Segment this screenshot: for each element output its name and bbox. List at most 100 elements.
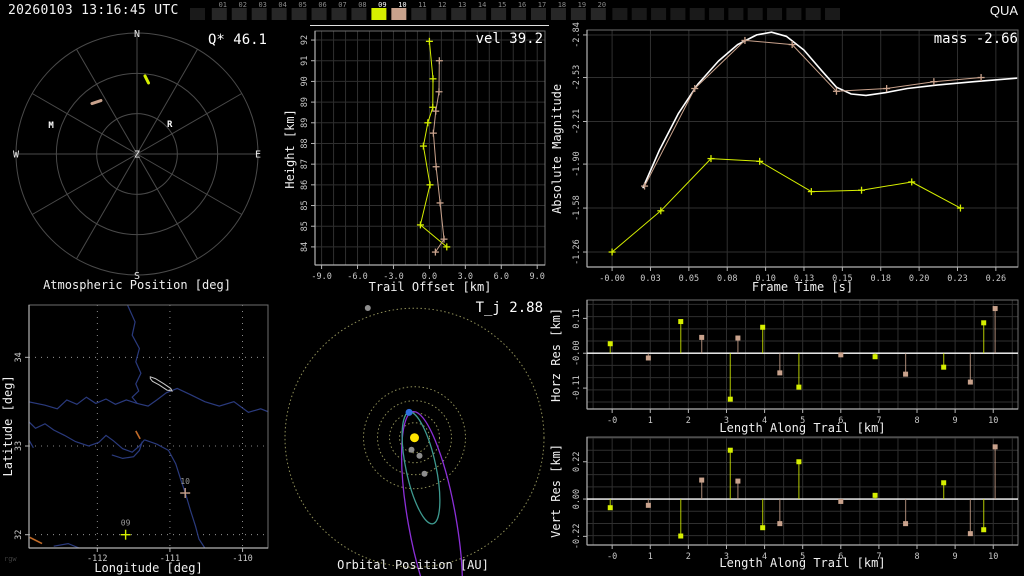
plot-frame	[314, 30, 546, 266]
svg-text:17: 17	[538, 1, 546, 9]
frame-cell-08[interactable]	[351, 8, 367, 20]
panel-trail-offset: -9.0 -6.0 -3.0 0.0 3.0 6.0 9.09291908989888786…	[300, 30, 546, 282]
residual-point	[760, 525, 766, 531]
svg-text:-1.90: -1.90	[572, 151, 582, 177]
residual-point	[967, 531, 973, 537]
latitude-ylabel: Latitude [deg]	[1, 375, 16, 477]
panel-atmospheric-position: NSW EZM R	[13, 29, 261, 282]
series-station-09	[607, 447, 987, 539]
frame-cell-16[interactable]	[511, 8, 527, 20]
gridlines	[315, 31, 545, 265]
svg-text:90: 90	[300, 76, 310, 86]
svg-text:16: 16	[518, 1, 526, 9]
svg-text:20: 20	[598, 1, 606, 9]
frame-cell-17[interactable]	[531, 8, 546, 20]
length-along-trail-xlabel-top: Length Along Trail [km]	[719, 421, 886, 435]
trail-offset-xlabel: Trail Offset [km]	[368, 280, 492, 294]
residual-point	[727, 396, 733, 402]
svg-text:85: 85	[300, 221, 310, 231]
residual-point	[796, 384, 802, 390]
gridlines	[587, 437, 1018, 545]
planet-mercury	[408, 446, 415, 453]
map-gridlines	[29, 305, 268, 548]
svg-text:E: E	[255, 150, 261, 161]
residual-point	[981, 527, 987, 533]
svg-text:04: 04	[278, 1, 286, 9]
frame-cell-blank[interactable]	[631, 8, 647, 20]
ground-track-outline	[149, 376, 174, 392]
frame-cell-09[interactable]	[371, 8, 387, 20]
height-ylabel: Height [km]	[283, 109, 298, 189]
tisserand-annotation: T_j 2.88	[475, 300, 543, 316]
svg-text:13: 13	[458, 1, 466, 9]
frame-cell-13[interactable]	[451, 8, 467, 20]
frame-cell-blank[interactable]	[612, 8, 628, 20]
frame-cell-12[interactable]	[431, 8, 447, 20]
frame-cell-blank[interactable]	[190, 8, 205, 20]
frame-cell-blank[interactable]	[805, 8, 821, 20]
frame-cell-02[interactable]	[231, 8, 247, 20]
frame-cell-03[interactable]	[251, 8, 267, 20]
frame-cell-blank[interactable]	[825, 8, 841, 20]
frame-cell-15[interactable]	[491, 8, 507, 20]
svg-text:-0.00: -0.00	[572, 340, 582, 366]
meteor-trail-09	[143, 74, 150, 85]
clock: 20260103 13:16:45 UTC	[8, 3, 179, 18]
svg-text:05: 05	[298, 1, 306, 9]
planet-earth	[405, 408, 413, 416]
svg-text:N: N	[134, 29, 140, 40]
residual-point	[872, 354, 878, 360]
svg-text:-2.53: -2.53	[572, 65, 582, 91]
residual-point	[967, 379, 973, 385]
residual-point	[941, 364, 947, 370]
residual-point	[699, 477, 705, 483]
frame-cell-blank[interactable]	[670, 8, 686, 20]
frame-cell-05[interactable]	[291, 8, 307, 20]
frame-cell-18[interactable]	[550, 8, 566, 20]
atmospheric-title: Atmospheric Position [deg]	[43, 278, 231, 292]
frame-cell-11[interactable]	[411, 8, 427, 20]
svg-text:87: 87	[300, 159, 310, 169]
residual-point	[727, 447, 733, 453]
svg-text:M: M	[48, 121, 54, 131]
frame-strip: 01 02 03 04 05 06 07 08 09 10 11 12 13 14 15 16 17 18 19 20	[190, 1, 841, 26]
svg-text:88: 88	[300, 138, 310, 148]
frame-cell-06[interactable]	[311, 8, 327, 20]
svg-text:11: 11	[418, 1, 426, 9]
svg-text:18: 18	[558, 1, 566, 9]
frame-cell-blank[interactable]	[689, 8, 705, 20]
frame-cell-blank[interactable]	[728, 8, 744, 20]
frame-cell-blank[interactable]	[786, 8, 802, 20]
residual-point	[607, 341, 613, 347]
length-along-trail-xlabel-bottom: Length Along Trail [km]	[719, 556, 886, 570]
frame-cell-20[interactable]	[590, 8, 606, 20]
svg-text:-1.26: -1.26	[572, 239, 582, 265]
frame-cell-04[interactable]	[271, 8, 287, 20]
residual-point	[796, 459, 802, 465]
residual-point	[838, 498, 844, 504]
horz-res-ylabel: Horz Res [km]	[549, 307, 564, 402]
svg-text:07: 07	[338, 1, 346, 9]
svg-text:0.00: 0.00	[572, 489, 582, 509]
frame-cell-07[interactable]	[331, 8, 347, 20]
frame-cell-01[interactable]	[211, 8, 227, 20]
frame-time-xlabel: Frame Time [s]	[751, 280, 854, 294]
abs-magnitude-ylabel: Absolute Magnitude	[550, 83, 565, 214]
svg-text:86: 86	[300, 180, 310, 190]
frame-cell-19[interactable]	[570, 8, 586, 20]
series-station-09	[608, 155, 964, 256]
frame-cell-14[interactable]	[471, 8, 487, 20]
frame-cell-blank[interactable]	[767, 8, 783, 20]
frame-cell-blank[interactable]	[747, 8, 763, 20]
svg-text:14: 14	[478, 1, 486, 9]
residual-point	[735, 335, 741, 341]
frame-cell-10[interactable]	[391, 8, 407, 20]
series-station-09	[607, 319, 987, 402]
orbital-title: Orbital Position [AU]	[337, 558, 489, 572]
frame-cell-blank[interactable]	[709, 8, 725, 20]
vert-res-ylabel: Vert Res [km]	[549, 443, 564, 538]
map-rivers	[29, 305, 268, 548]
frame-cell-blank[interactable]	[651, 8, 667, 20]
svg-text:10: 10	[398, 1, 406, 9]
tick-labels: -0 1 2 3 4 5 6 7 8 9 100.11-0.00-0.11	[572, 308, 998, 426]
